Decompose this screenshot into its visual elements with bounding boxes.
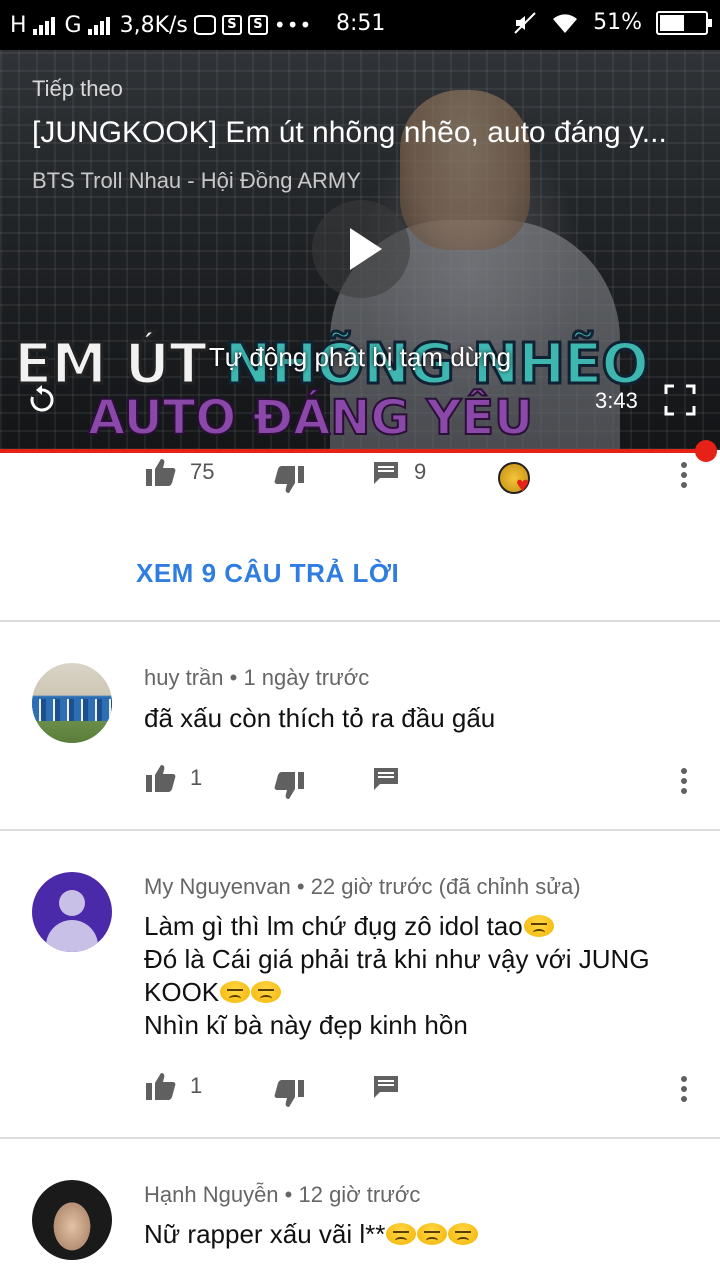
avatar[interactable] [32,872,112,952]
play-button[interactable] [312,200,410,298]
comment-actions: 1 [0,1072,720,1112]
more-options-icon[interactable] [676,1076,692,1106]
angry-face-emoji [448,1223,479,1245]
comment-author[interactable]: Hạnh Nguyễn [144,1182,279,1207]
signal-icon-2 [87,15,110,35]
comment-meta: My Nguyenvan • 22 giờ trước (đã chỉnh sử… [144,874,581,899]
dislike-button[interactable] [274,466,304,494]
autoplay-paused-message: Tự động phát bị tạm dừng [208,342,512,372]
dislike-button[interactable] [274,772,304,800]
comment-text: Nữ rapper xấu vãi l** [144,1218,479,1251]
wifi-icon [553,13,578,33]
comment-author[interactable]: huy trần [144,665,224,690]
avatar[interactable] [32,1180,112,1260]
clock: 8:51 [336,11,386,36]
comment-icon [374,1076,398,1098]
battery-percent: 51% [593,10,642,35]
comment-actions: 1 [0,764,720,804]
reply-button[interactable]: 9 [372,458,426,486]
thumbs-down-icon [274,1080,304,1107]
angry-face-emoji [251,981,282,1003]
thumbs-up-icon [146,1073,176,1100]
angry-face-emoji [220,981,251,1003]
avatar[interactable] [32,663,112,743]
fullscreen-icon[interactable] [664,384,696,416]
replay-icon[interactable] [26,384,58,416]
heart-icon: ♥ [516,472,530,497]
signal-icon [32,15,55,35]
thumbs-up-icon [146,765,176,792]
dislike-button[interactable] [274,1080,304,1108]
reply-count: 9 [414,459,427,484]
more-options-icon[interactable] [676,768,692,798]
comment-text: Làm gì thì lm chứ đụg zô idol tao Đó là … [144,911,650,1040]
creator-heart-badge: ♥ [498,460,538,500]
divider [0,620,720,622]
like-count: 75 [190,459,215,484]
app-s-icon: S [221,15,242,35]
more-notifications-icon: ••• [273,13,313,37]
status-bar: H G 3,8K/s S S ••• 8:51 51% [0,0,720,50]
more-options-icon[interactable] [676,462,692,492]
video-player[interactable]: Tiếp theo [JUNGKOOK] Em út nhõng nhẽo, a… [0,50,720,450]
video-progress-bar[interactable] [0,449,706,453]
mute-icon [514,11,536,34]
battery-icon [656,10,712,35]
comment-icon [374,462,398,484]
divider [0,829,720,831]
video-duration: 3:43 [595,388,638,413]
like-button[interactable]: 75 [146,458,214,486]
angry-face-emoji [417,1223,448,1245]
up-next-label: Tiếp theo [32,76,123,101]
thumbnail-caption-2: AUTO ĐÁNG YÊU [87,389,534,447]
network-speed: 3,8K/s [119,12,188,38]
comment-time: 22 giờ trước (đã chỉnh sửa) [310,874,581,899]
like-button[interactable]: 1 [146,1072,202,1100]
comment-meta: huy trần • 1 ngày trước [144,665,370,690]
network-type-1: H [10,12,27,38]
comment-meta: Hạnh Nguyễn • 12 giờ trước [144,1182,421,1207]
database-icon [193,15,216,35]
view-replies-button[interactable]: XEM 9 CÂU TRẢ LỜI [136,558,399,589]
thumbs-down-icon [274,466,304,493]
like-count: 1 [190,765,203,790]
divider [0,1137,720,1139]
like-button[interactable]: 1 [146,764,202,792]
app-s-icon-2: S [247,15,268,35]
comment-time: 12 giờ trước [298,1182,421,1207]
reply-button[interactable] [372,1072,400,1100]
angry-face-emoji [386,1223,417,1245]
like-count: 1 [190,1073,203,1098]
thumbs-up-icon [146,459,176,486]
thumbs-down-icon [274,772,304,799]
angry-face-emoji [523,915,554,937]
comment-time: 1 ngày trước [243,665,370,690]
network-type-2: G [64,12,82,38]
comment-icon [374,768,398,790]
comment-text: đã xấu còn thích tỏ ra đầu gấu [144,703,496,733]
parent-comment-actions: 75 9 [0,458,720,498]
reply-button[interactable] [372,764,400,792]
comment-author[interactable]: My Nguyenvan [144,874,291,899]
next-video-title[interactable]: [JUNGKOOK] Em út nhõng nhẽo, auto đáng y… [32,116,692,150]
next-video-channel: BTS Troll Nhau - Hội Đồng ARMY [32,168,361,193]
